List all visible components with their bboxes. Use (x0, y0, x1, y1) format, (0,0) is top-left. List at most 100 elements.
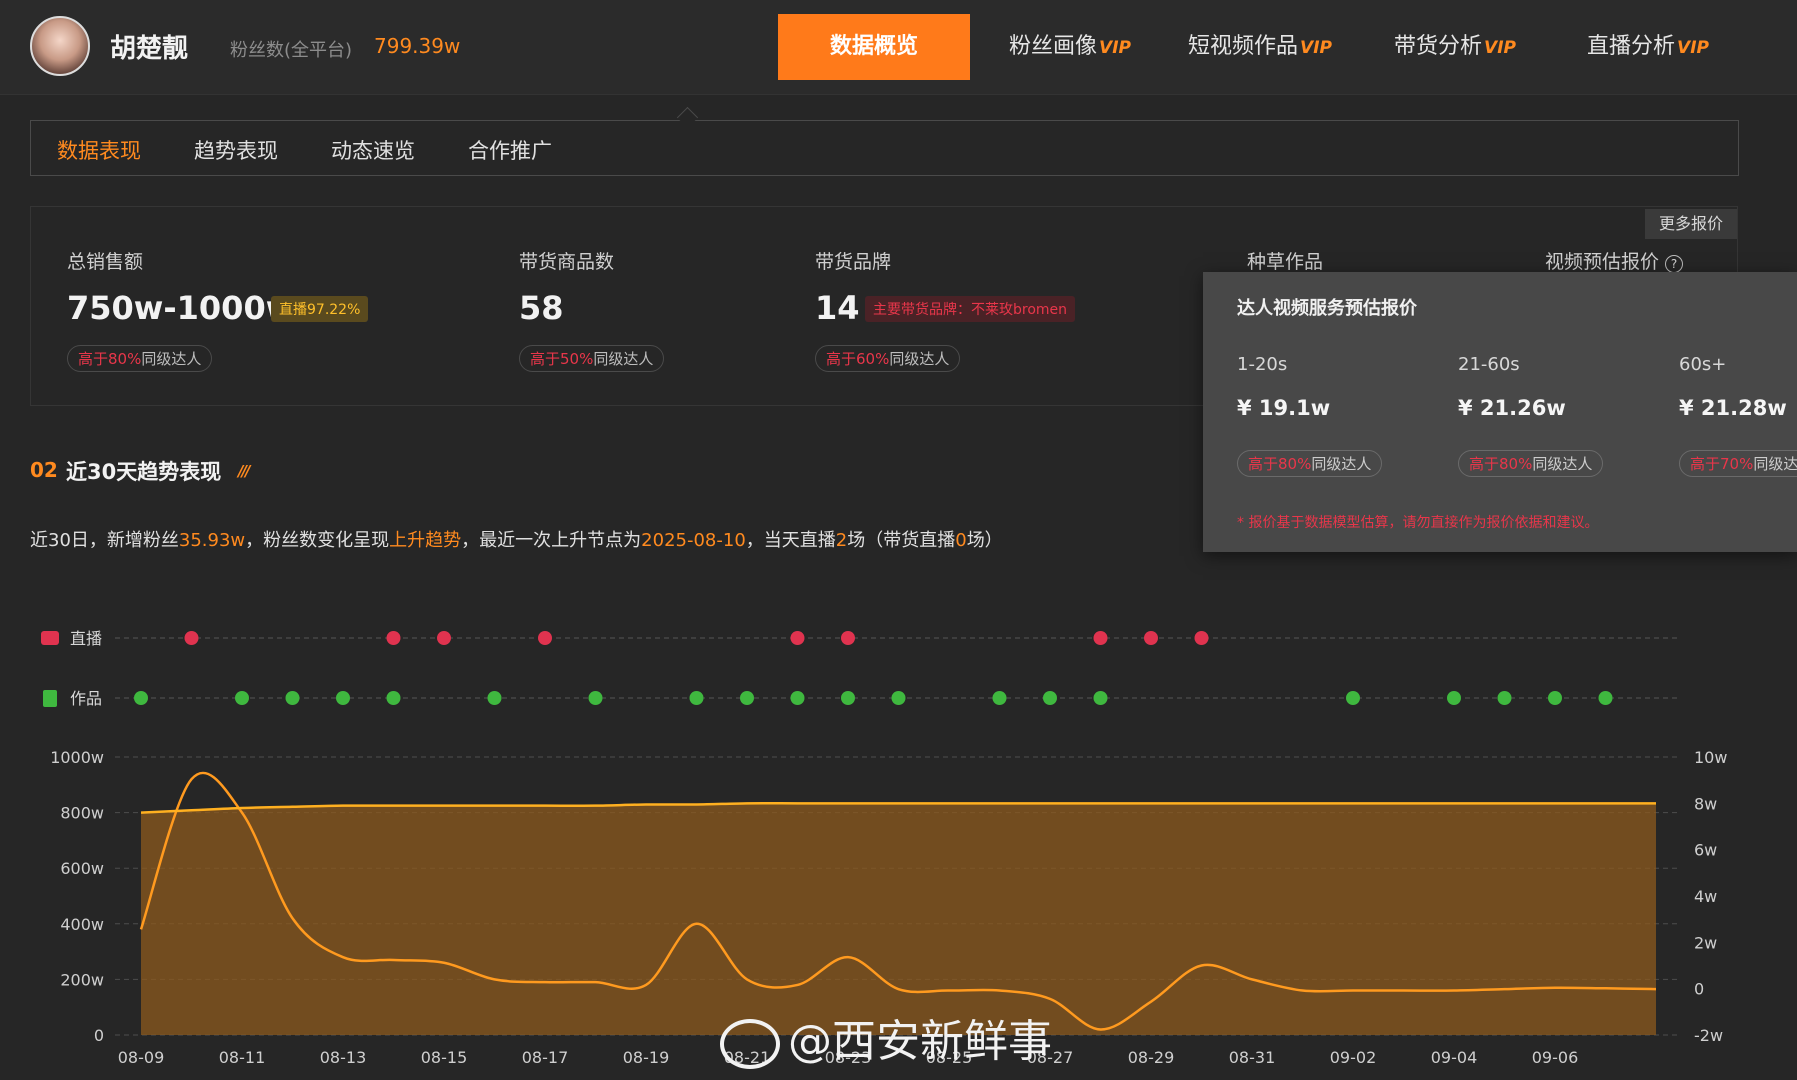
works-dot[interactable] (487, 691, 502, 705)
video-quote-label[interactable]: 视频预估报价 ? (1545, 247, 1684, 274)
nav-goods-analysis[interactable]: 带货分析 VIP (1385, 14, 1525, 80)
username: 胡楚靓 (110, 34, 189, 64)
live-dot[interactable] (184, 631, 199, 645)
sub-tab-bar: 数据表现 趋势表现 动态速览 合作推广 (30, 120, 1739, 176)
y-left-tick: 600w (60, 859, 104, 878)
duration-label: 60s+ (1679, 354, 1727, 375)
price-value: ¥ 21.26w (1458, 396, 1566, 420)
brands-label: 带货品牌 (815, 251, 892, 273)
brands-rank-pill: 高于60%同级达人 (815, 345, 961, 372)
works-icon (43, 690, 57, 707)
trend-summary: 近30日，新增粉丝35.93w，粉丝数变化呈现上升趋势，最近一次上升节点为202… (30, 530, 1003, 551)
nav-short-video[interactable]: 短视频作品 VIP (1180, 14, 1340, 80)
sales-area (141, 803, 1656, 1035)
works-dot[interactable] (841, 691, 855, 705)
fans-label: 粉丝数(全平台) (230, 40, 353, 61)
tab-data-performance[interactable]: 数据表现 (57, 135, 141, 165)
goods-label: 带货商品数 (519, 251, 615, 273)
live-dot[interactable] (538, 631, 552, 645)
works-dot[interactable] (891, 691, 906, 705)
works-dot[interactable] (336, 691, 350, 705)
x-tick: 08-09 (118, 1048, 165, 1067)
y-right-tick: 10w (1694, 748, 1727, 767)
works-dot[interactable] (790, 691, 805, 705)
nav-data-overview[interactable]: 数据概览 (778, 14, 970, 80)
price-rank-pill: 高于70%同级达人 (1679, 450, 1797, 477)
live-dot[interactable] (1144, 631, 1158, 645)
x-tick: 08-11 (219, 1048, 266, 1067)
live-dot[interactable] (841, 631, 855, 645)
main-brand-badge: 主要带货品牌：不莱玫bromen (865, 296, 1076, 322)
y-right-tick: 0 (1694, 980, 1704, 999)
price-rank-pill: 高于80%同级达人 (1237, 450, 1383, 477)
live-dot[interactable] (1093, 631, 1108, 645)
x-tick: 08-17 (522, 1048, 569, 1067)
vip-badge: VIP (1300, 38, 1332, 58)
y-left-tick: 400w (60, 915, 104, 934)
avatar[interactable] (30, 16, 90, 76)
works-dot[interactable] (1093, 691, 1108, 705)
vip-badge: VIP (1099, 38, 1131, 58)
works-dot[interactable] (1346, 691, 1360, 705)
works-dot[interactable] (689, 691, 704, 705)
sales-value: 750w-1000w (67, 289, 296, 327)
live-dot[interactable] (437, 631, 451, 645)
more-quote-button[interactable]: 更多报价 (1645, 209, 1737, 239)
price-value: ¥ 21.28w (1679, 396, 1787, 420)
disclaimer-note: * 报价基于数据模型估算，请勿直接作为报价依据和建议。 (1237, 515, 1599, 531)
help-icon[interactable]: ? (1665, 255, 1684, 273)
x-tick: 09-02 (1330, 1048, 1377, 1067)
section-number: 02 (30, 458, 58, 482)
y-right-tick: 2w (1694, 933, 1717, 952)
y-right-tick: 6w (1694, 841, 1717, 860)
duration-label: 21-60s (1458, 354, 1520, 375)
y-right-tick: 4w (1694, 887, 1717, 906)
weibo-icon (720, 1019, 780, 1069)
x-tick: 09-06 (1532, 1048, 1579, 1067)
nav-live-analysis[interactable]: 直播分析 VIP (1578, 14, 1718, 80)
nav-label: 直播分析 (1587, 34, 1676, 59)
y-left-tick: 1000w (50, 748, 104, 767)
tab-trend-performance[interactable]: 趋势表现 (194, 135, 278, 165)
nav-label: 短视频作品 (1188, 34, 1299, 59)
goods-value: 58 (519, 289, 564, 327)
works-dot[interactable] (386, 691, 401, 705)
nav-label: 粉丝画像 (1009, 34, 1098, 59)
works-dot[interactable] (588, 691, 603, 705)
section-deco-icon: /// (238, 462, 251, 480)
live-dot[interactable] (790, 631, 805, 645)
tab-cooperation[interactable]: 合作推广 (468, 135, 552, 165)
live-share-badge: 直播97.22% (271, 296, 369, 322)
works-dot[interactable] (235, 691, 249, 705)
live-dot[interactable] (386, 631, 401, 645)
nav-fans-portrait[interactable]: 粉丝画像 VIP (1000, 14, 1140, 80)
works-dot[interactable] (1447, 691, 1461, 705)
works-dot[interactable] (134, 691, 148, 705)
x-tick: 08-13 (320, 1048, 367, 1067)
works-dot[interactable] (740, 691, 754, 705)
y-left-tick: 800w (60, 804, 104, 823)
popup-title: 达人视频服务预估报价 (1237, 298, 1417, 319)
y-left-tick: 0 (94, 1026, 104, 1045)
nav-label: 带货分析 (1394, 34, 1483, 59)
works-dot[interactable] (285, 691, 300, 705)
brands-value: 14 (815, 289, 860, 327)
works-dot[interactable] (992, 691, 1007, 705)
x-tick: 08-29 (1128, 1048, 1175, 1067)
goods-rank-pill: 高于50%同级达人 (519, 345, 665, 372)
tab-dynamic-overview[interactable]: 动态速览 (331, 135, 415, 165)
works-dot[interactable] (1497, 691, 1512, 705)
works-dot[interactable] (1043, 691, 1057, 705)
live-icon (41, 631, 59, 645)
works-dot[interactable] (1548, 691, 1562, 705)
works-dot[interactable] (1598, 691, 1613, 705)
x-tick: 08-19 (623, 1048, 670, 1067)
y-right-tick: 8w (1694, 794, 1717, 813)
weibo-watermark: @西安新鲜事 (720, 1005, 1052, 1069)
nav-label: 数据概览 (829, 34, 918, 59)
sales-label: 总销售额 (67, 251, 144, 273)
live-dot[interactable] (1194, 631, 1209, 645)
live-row-label: 直播 (70, 629, 102, 648)
vip-badge: VIP (1484, 38, 1516, 58)
y-right-tick: -2w (1694, 1026, 1723, 1045)
